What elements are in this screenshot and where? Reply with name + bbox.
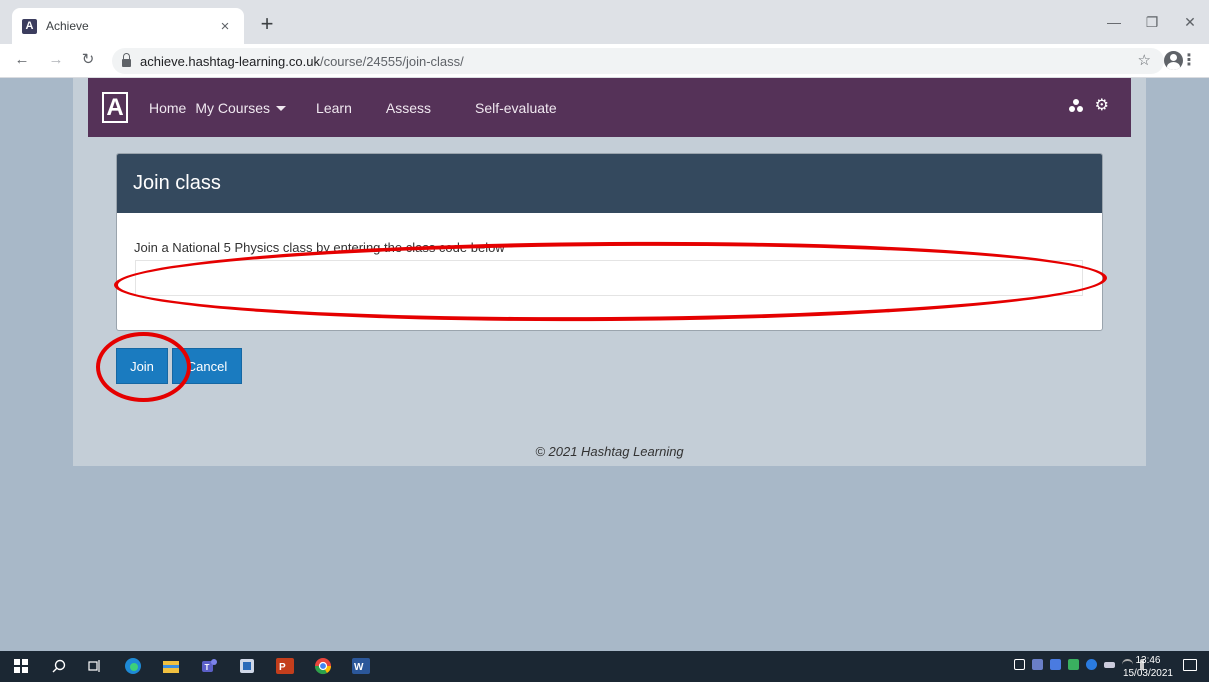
battery-icon[interactable] — [1104, 662, 1115, 668]
tab-title: Achieve — [46, 19, 89, 33]
bookmark-star-icon[interactable]: ☆ — [1138, 51, 1151, 69]
minimize-icon[interactable]: — — [1095, 0, 1133, 44]
browser-menu-icon[interactable]: ⋮ — [1181, 50, 1197, 70]
join-button[interactable]: Join — [116, 348, 168, 384]
new-tab-button[interactable]: + — [254, 12, 280, 36]
clock-date: 15/03/2021 — [1122, 668, 1173, 679]
trio-icon[interactable] — [1068, 99, 1083, 113]
task-view-icon[interactable] — [86, 657, 104, 675]
nav-assess[interactable]: Assess — [386, 100, 431, 116]
url-host: achieve.hashtag-learning.co.uk — [140, 53, 320, 69]
word-icon[interactable]: W — [352, 657, 370, 675]
teams-icon[interactable]: T — [200, 657, 218, 675]
browser-tab[interactable]: A Achieve × — [12, 8, 244, 44]
powerpoint-icon[interactable]: P — [276, 657, 294, 675]
edge-icon[interactable] — [124, 657, 142, 675]
back-arrow-icon[interactable]: ← — [12, 50, 32, 70]
teams-tray-icon[interactable] — [1032, 659, 1043, 670]
reload-icon[interactable]: ↻ — [78, 50, 98, 70]
security-icon[interactable] — [1050, 659, 1061, 670]
window-controls: — ❐ ✕ — [1095, 0, 1209, 44]
chrome-icon[interactable] — [314, 657, 332, 675]
lock-icon — [122, 53, 131, 67]
notification-center-icon[interactable] — [1183, 659, 1197, 671]
nav-self-evaluate[interactable]: Self-evaluate — [475, 100, 557, 116]
navbar-icons: ⚙ — [1068, 98, 1109, 114]
nav-learn[interactable]: Learn — [316, 100, 352, 116]
clock-time: 13:46 — [1135, 655, 1161, 666]
forward-arrow-icon[interactable]: → — [46, 50, 66, 70]
achieve-logo[interactable]: A — [102, 92, 128, 123]
bluetooth-icon[interactable] — [1086, 659, 1097, 670]
close-window-icon[interactable]: ✕ — [1171, 0, 1209, 44]
svg-text:W: W — [354, 662, 364, 673]
class-code-input[interactable] — [135, 260, 1083, 296]
restore-icon[interactable]: ❐ — [1133, 0, 1171, 44]
shield-icon[interactable] — [1068, 659, 1079, 670]
card-title: Join class — [117, 154, 1102, 213]
tab-close-icon[interactable]: × — [216, 18, 234, 35]
browser-tab-strip: A Achieve × + — ❐ ✕ — [0, 0, 1209, 44]
file-explorer-icon[interactable] — [162, 657, 180, 675]
join-instruction-text: Join a National 5 Physics class by enter… — [134, 240, 505, 255]
taskbar-clock[interactable]: 13:46 15/03/2021 — [1123, 654, 1173, 680]
achieve-favicon-icon: A — [22, 18, 37, 34]
nav-my-courses[interactable]: My Courses — [195, 99, 287, 116]
photos-icon[interactable] — [238, 657, 256, 675]
page-viewport: A Home My Courses Learn Assess Self-eval… — [0, 78, 1209, 651]
url-path: /course/24555/join-class/ — [319, 53, 464, 69]
join-class-card: Join class Join a National 5 Physics cla… — [116, 153, 1103, 331]
nav-home[interactable]: Home — [149, 100, 186, 116]
page-footer: © 2021 Hashtag Learning — [535, 444, 684, 459]
search-icon[interactable] — [50, 657, 68, 675]
cancel-button[interactable]: Cancel — [172, 348, 242, 384]
svg-text:P: P — [279, 662, 286, 673]
caret-down-icon — [276, 105, 287, 111]
windows-start-icon[interactable] — [12, 657, 30, 675]
usb-icon[interactable] — [1014, 659, 1025, 670]
nav-my-courses-label: My Courses — [195, 99, 271, 116]
svg-text:T: T — [205, 663, 210, 672]
site-navbar: A Home My Courses Learn Assess Self-eval… — [88, 78, 1131, 137]
gear-icon[interactable]: ⚙ — [1095, 98, 1109, 114]
address-bar[interactable]: achieve.hashtag-learning.co.uk/course/24… — [112, 48, 1164, 74]
browser-toolbar: ← → ↻ achieve.hashtag-learning.co.uk/cou… — [0, 44, 1209, 78]
windows-taskbar: T P W 13:46 15/03/2021 — [0, 651, 1209, 682]
